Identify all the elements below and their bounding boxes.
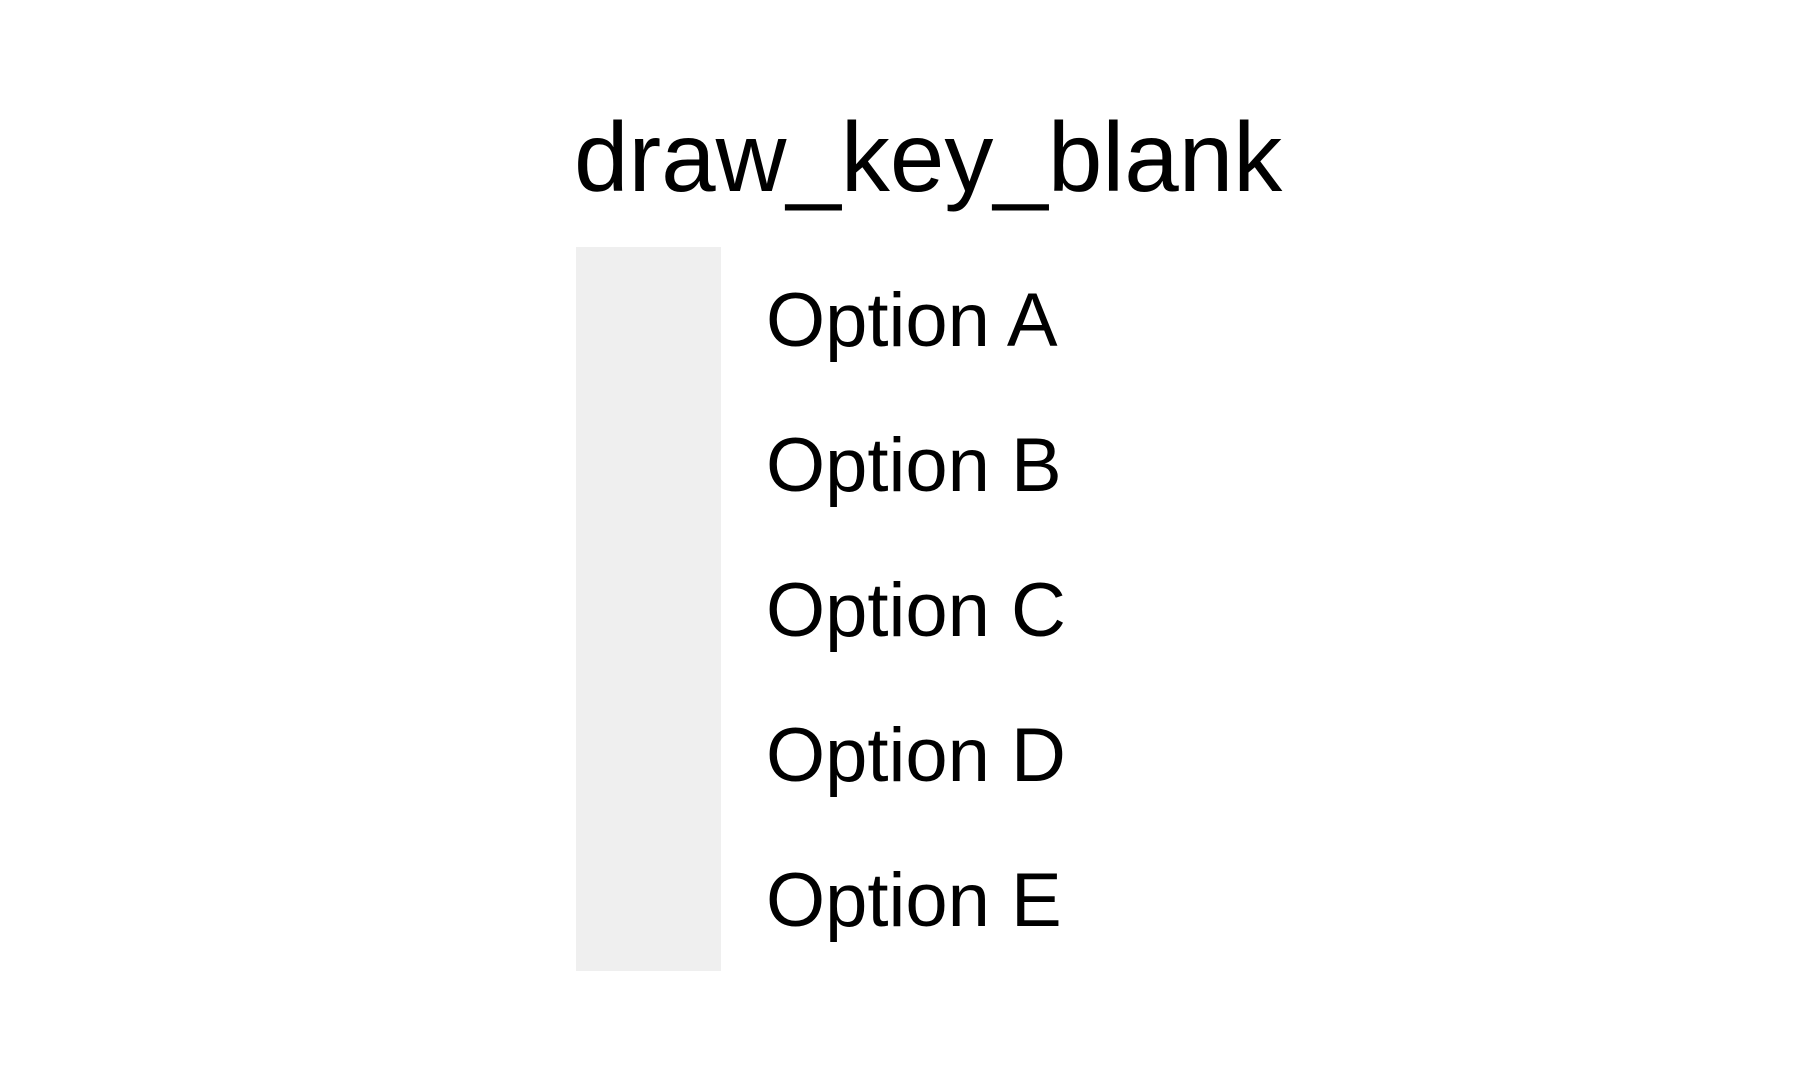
legend-key-column: [576, 247, 721, 971]
legend-label: Option A: [766, 278, 1058, 363]
legend-title: draw_key_blank: [574, 102, 1283, 212]
legend-canvas: draw_key_blank Option A Option B Option C O…: [0, 0, 1800, 1080]
legend-label: Option D: [766, 713, 1066, 798]
legend-label: Option E: [766, 858, 1062, 943]
legend-label: Option C: [766, 568, 1066, 653]
legend-label: Option B: [766, 423, 1062, 508]
